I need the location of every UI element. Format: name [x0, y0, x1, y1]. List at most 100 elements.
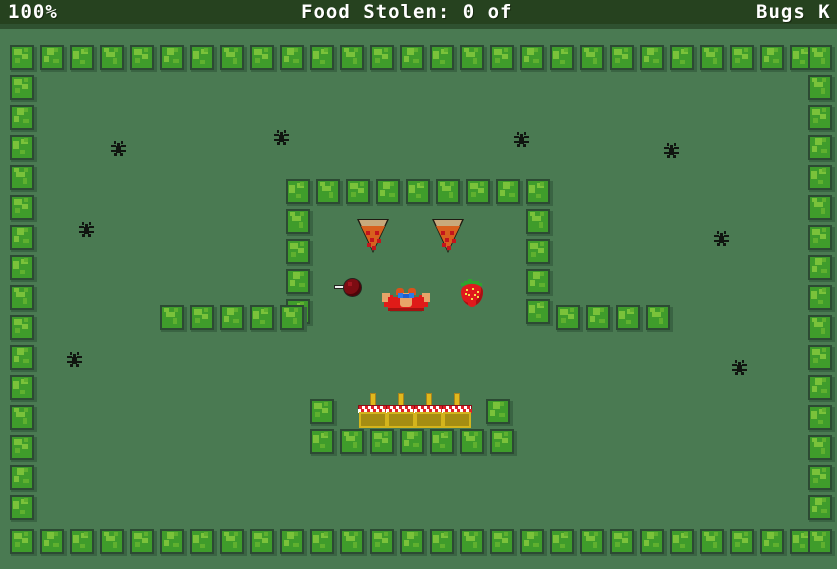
hedge-bush — [524, 207, 554, 237]
hedge-bush — [428, 43, 458, 73]
hedge-bush — [698, 527, 728, 557]
hedge-bush — [806, 313, 836, 343]
strawberry-food[interactable] — [460, 277, 484, 307]
bug-enemy[interactable] — [731, 360, 747, 376]
food-stolen-label: Food Stolen: 0 of — [301, 1, 513, 23]
hedge-bush — [668, 527, 698, 557]
hedge-bush — [68, 43, 98, 73]
hedge-bush — [128, 43, 158, 73]
hedge-bush — [488, 43, 518, 73]
hedge-bush — [8, 283, 38, 313]
hedge-bush — [644, 303, 674, 333]
hedge-bush — [98, 527, 128, 557]
hedge-bush — [518, 43, 548, 73]
hedge-bush — [8, 193, 38, 223]
hedge-bush — [548, 527, 578, 557]
hedge-bush — [278, 527, 308, 557]
hedge-bush — [404, 177, 434, 207]
bug-enemy[interactable] — [66, 352, 82, 368]
hedge-bush — [308, 427, 338, 457]
hedge-bush — [806, 283, 836, 313]
hedge-bush — [398, 527, 428, 557]
hedge-bush — [524, 237, 554, 267]
hedge-bush — [308, 43, 338, 73]
hedge-bush — [806, 373, 836, 403]
hedge-bush — [458, 43, 488, 73]
hedge-bush — [8, 313, 38, 343]
hedge-bush — [806, 433, 836, 463]
hedge-bush — [494, 177, 524, 207]
hedge-bush — [8, 403, 38, 433]
hedge-bush — [464, 177, 494, 207]
hedge-bush — [728, 43, 758, 73]
hedge-bush — [758, 527, 788, 557]
hedge-bush — [188, 43, 218, 73]
hedge-bush — [608, 527, 638, 557]
hedge-bush — [278, 43, 308, 73]
hedge-bush — [524, 297, 554, 327]
hedge-bush — [398, 427, 428, 457]
hedge-bush — [314, 177, 344, 207]
hedge-bush — [638, 43, 668, 73]
hedge-bush — [806, 493, 836, 523]
hedge-bush — [8, 43, 38, 73]
hedge-bush — [338, 427, 368, 457]
hedge-bush — [8, 373, 38, 403]
hedge-bush — [98, 43, 128, 73]
hedge-bush — [8, 253, 38, 283]
hedge-bush — [8, 103, 38, 133]
hedge-bush — [248, 527, 278, 557]
hedge-bush — [584, 303, 614, 333]
hedge-bush — [806, 103, 836, 133]
hedge-bush — [578, 527, 608, 557]
hedge-bush — [8, 163, 38, 193]
hedge-bush — [638, 527, 668, 557]
hedge-bush — [806, 253, 836, 283]
bug-enemy[interactable] — [273, 130, 289, 146]
hedge-bush — [8, 463, 38, 493]
hedge-bush — [368, 527, 398, 557]
bug-enemy[interactable] — [713, 231, 729, 247]
hedge-bush — [428, 527, 458, 557]
hedge-bush — [8, 133, 38, 163]
picnic-basket[interactable] — [441, 393, 473, 429]
hedge-bush — [368, 43, 398, 73]
hedge-bush — [518, 527, 548, 557]
bugs-killed-label: Bugs K — [756, 1, 831, 23]
hedge-bush — [218, 303, 248, 333]
hedge-bush — [284, 207, 314, 237]
hedge-bush — [806, 73, 836, 103]
health-percent-label: 100% — [8, 1, 58, 23]
pizza-slice-food[interactable] — [432, 219, 464, 259]
hedge-bush — [698, 43, 728, 73]
hedge-bush — [458, 527, 488, 557]
hedge-bush — [488, 427, 518, 457]
hedge-bush — [458, 427, 488, 457]
hedge-bush — [68, 527, 98, 557]
hedge-bush — [806, 343, 836, 373]
hedge-bush — [128, 527, 158, 557]
hedge-bush — [338, 43, 368, 73]
hedge-bush — [758, 43, 788, 73]
hedge-bush — [218, 527, 248, 557]
hedge-bush — [524, 267, 554, 297]
player-character[interactable] — [382, 287, 430, 313]
bug-enemy[interactable] — [513, 132, 529, 148]
bug-enemy[interactable] — [110, 141, 126, 157]
hedge-bush — [806, 223, 836, 253]
hedge-bush — [248, 43, 278, 73]
bug-enemy[interactable] — [663, 143, 679, 159]
hud-bar: 100% Food Stolen: 0 of Bugs K — [0, 0, 837, 24]
hedge-bush — [158, 527, 188, 557]
hedge-bush — [8, 223, 38, 253]
hedge-bush — [608, 43, 638, 73]
hedge-bush — [308, 527, 338, 557]
bug-enemy[interactable] — [78, 222, 94, 238]
hedge-bush — [284, 267, 314, 297]
pizza-slice-food[interactable] — [357, 219, 389, 259]
hedge-bush — [484, 397, 514, 427]
hedge-bush — [548, 43, 578, 73]
lollipop-food[interactable] — [334, 278, 362, 298]
hedge-bush — [434, 177, 464, 207]
hedge-bush — [554, 303, 584, 333]
